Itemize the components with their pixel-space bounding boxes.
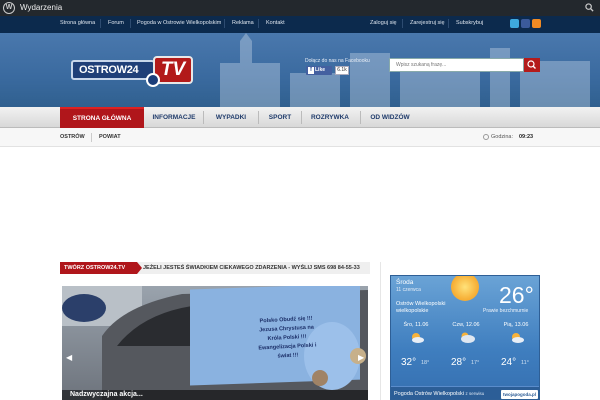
search-input[interactable] [389, 58, 524, 72]
divider [224, 19, 225, 28]
forecast-low: 18° [421, 360, 430, 366]
weather-widget: Środa 11 czerwca Ostrów Wielkopolski wie… [390, 275, 540, 400]
like-label: Like [315, 67, 326, 73]
ticker-label[interactable]: TWÓRZ OSTROW24.TV [60, 262, 142, 274]
weather-provider-badge[interactable]: twojapogoda.pl [501, 390, 538, 399]
site-logo[interactable]: OSTROW24 TV [71, 56, 193, 88]
main-navigation: STRONA GŁÓWNA INFORMACJE WYPADKI SPORT R… [0, 107, 600, 128]
top-link-weather[interactable]: Pogoda w Ostrowie Wielkopolskim [137, 20, 221, 26]
clock-icon [483, 134, 489, 140]
weather-footer: Pogoda Ostrów Wielkopolski z serwisu two… [391, 386, 539, 399]
sun-cloud-icon [512, 333, 524, 343]
time-label: Godzina: [491, 134, 514, 140]
forecast-high: 28° [451, 357, 467, 368]
weather-footer-title[interactable]: Pogoda Ostrów Wielkopolski [394, 391, 464, 397]
car-sticker-text: Polsko Obudź się !!! Jezusa Chrystusa na… [258, 315, 317, 360]
nav-accidents[interactable]: WYPADKI [207, 107, 255, 128]
weather-date: 11 czerwca [396, 287, 421, 293]
forecast-day: Czw, 12.06 28° 17° [443, 320, 489, 380]
forecast-low: 17° [471, 360, 480, 366]
like-count: 6.1k [335, 66, 349, 75]
forecast-low: 11° [521, 360, 529, 366]
nav-from-viewers[interactable]: OD WIDZÓW [364, 107, 416, 128]
nav-home[interactable]: STRONA GŁÓWNA [60, 107, 144, 128]
subnav-ostrow[interactable]: OSTRÓW [60, 134, 85, 140]
register-link[interactable]: Zarejestruj się [410, 20, 445, 26]
site-name-link[interactable]: Wydarzenia [20, 3, 62, 12]
rss-icon[interactable] [532, 19, 541, 28]
divider [360, 111, 361, 124]
ticker-text: JEŻELI JESTEŚ ŚWIADKIEM CIEKAWEGO ZDARZE… [143, 265, 360, 271]
forecast-label: Pią, 13.06 [503, 322, 529, 328]
nav-sport[interactable]: SPORT [262, 107, 298, 128]
top-link-ads[interactable]: Reklama [232, 20, 254, 26]
facebook-like-button[interactable]: f Like [306, 66, 332, 75]
forecast-label: Czw, 12.06 [452, 322, 480, 328]
divider [203, 111, 204, 124]
forecast-day: Śro, 11.06 32° 18° [393, 320, 439, 380]
facebook-f-icon: f [308, 67, 314, 74]
weather-condition: Prawie bezchmurnie [483, 308, 529, 314]
login-link[interactable]: Zaloguj się [370, 20, 397, 26]
divider [402, 19, 403, 28]
divider [130, 19, 131, 28]
weather-day: Środa [396, 279, 414, 286]
weather-footer-small: z serwisu [465, 391, 485, 396]
admin-bar: W Wydarzenia [0, 0, 600, 16]
divider [91, 133, 92, 142]
top-link-forum[interactable]: Forum [108, 20, 124, 26]
divider [100, 19, 101, 28]
forecast-high: 24° [501, 357, 517, 368]
top-link-home[interactable]: Strona główna [60, 20, 95, 26]
divider [301, 111, 302, 124]
current-time: 09:23 [519, 134, 534, 140]
weather-footer-text: Pogoda Ostrów Wielkopolski z serwisu [394, 391, 484, 397]
current-temperature: 26° [499, 282, 534, 308]
wordpress-logo-icon[interactable]: W [3, 2, 15, 14]
weather-location: Ostrów Wielkopolski wielkopolskie [396, 301, 446, 314]
divider [258, 111, 259, 124]
forecast-high: 32° [401, 357, 417, 368]
divider [448, 19, 449, 28]
play-icon [146, 73, 160, 87]
search-button[interactable] [524, 58, 540, 72]
nav-entertainment[interactable]: ROZRYWKA [305, 107, 355, 128]
search-icon[interactable] [585, 3, 594, 12]
forecast-label: Śro, 11.06 [403, 322, 429, 328]
facebook-icon[interactable] [521, 19, 530, 28]
next-arrow-icon[interactable]: ▶ [358, 354, 364, 362]
sub-navigation: OSTRÓW POWIAT Godzina: 09:23 [0, 128, 600, 147]
facebook-join-text: Dołącz do nas na Facebooku [305, 58, 370, 64]
logo-text: OSTROW24 [71, 60, 155, 80]
column-divider [380, 262, 381, 400]
forecast-day: Pią, 13.06 24° 11° [493, 320, 539, 380]
top-link-contact[interactable]: Kontakt [266, 20, 285, 26]
site-header: OSTROW24 TV Dołącz do nas na Facebooku f… [0, 33, 600, 107]
news-ticker: TWÓRZ OSTROW24.TV JEŻELI JESTEŚ ŚWIADKIE… [60, 262, 370, 274]
sun-icon [451, 276, 479, 301]
search-icon [527, 60, 536, 69]
cloud-sun-icon [461, 332, 475, 343]
featured-slider[interactable]: Polsko Obudź się !!! Jezusa Chrystusa na… [62, 286, 368, 400]
sun-cloud-icon [412, 333, 424, 343]
nav-news[interactable]: INFORMACJE [148, 107, 200, 128]
prev-arrow-icon[interactable]: ◀ [66, 354, 72, 362]
slide-caption[interactable]: Nadzwyczajna akcja... [62, 390, 368, 400]
subscribe-link[interactable]: Subskrybuj [456, 20, 483, 26]
twitter-icon[interactable] [510, 19, 519, 28]
divider [258, 19, 259, 28]
subnav-county[interactable]: POWIAT [99, 134, 121, 140]
top-navigation: Strona główna Forum Pogoda w Ostrowie Wi… [0, 16, 600, 33]
